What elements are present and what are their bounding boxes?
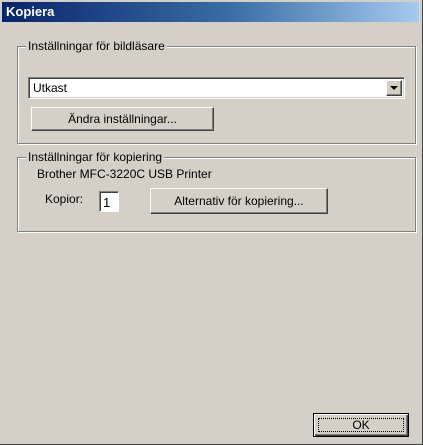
scanner-profile-value: Utkast xyxy=(33,81,68,95)
scanner-settings-group: Inställningar för bildläsare Utkast Ändr… xyxy=(17,39,416,144)
title-bar: Kopiera xyxy=(2,2,419,22)
focus-indicator xyxy=(318,418,404,432)
scanner-settings-label: Inställningar för bildläsare xyxy=(26,39,167,54)
copies-label: Kopior: xyxy=(45,192,84,206)
printer-name: Brother MFC-3220C USB Printer xyxy=(37,167,212,181)
scanner-profile-dropdown[interactable]: Utkast xyxy=(28,77,405,99)
copy-options-button[interactable]: Alternativ för kopiering... xyxy=(150,188,328,214)
change-settings-label: Ändra inställningar... xyxy=(68,112,177,126)
copy-settings-label: Inställningar för kopiering xyxy=(26,150,165,165)
copy-settings-group: Inställningar för kopiering Brother MFC-… xyxy=(17,150,416,232)
dropdown-button[interactable] xyxy=(386,80,402,96)
chevron-down-icon xyxy=(390,86,398,90)
ok-button[interactable]: OK xyxy=(313,413,409,437)
window-title: Kopiera xyxy=(6,4,55,19)
copy-dialog: Kopiera Inställningar för bildläsare Utk… xyxy=(0,0,423,445)
change-settings-button[interactable]: Ändra inställningar... xyxy=(31,107,214,131)
copy-options-label: Alternativ för kopiering... xyxy=(174,194,304,208)
copies-input[interactable] xyxy=(99,191,119,212)
